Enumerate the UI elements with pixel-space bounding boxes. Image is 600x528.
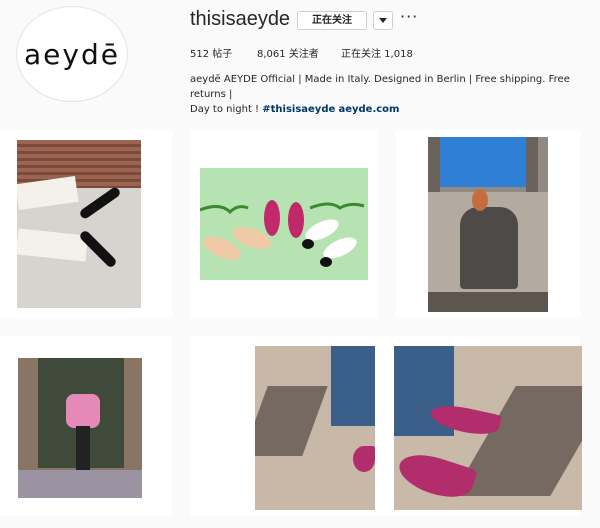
post-image-3[interactable] bbox=[428, 137, 548, 312]
ground bbox=[428, 292, 548, 312]
post-image-2[interactable] bbox=[200, 168, 368, 280]
shoe-flatlay-graphic bbox=[200, 200, 365, 267]
avatar-logo-text: aeydē bbox=[24, 37, 120, 71]
bio-line-2: Day to night ! #thisisaeyde aeyde.com bbox=[190, 102, 590, 117]
sky bbox=[438, 137, 538, 187]
jeans bbox=[331, 346, 375, 426]
pink-top bbox=[66, 394, 100, 428]
pillar bbox=[428, 137, 440, 197]
legs bbox=[76, 426, 90, 470]
profile-username: thisisaeyde bbox=[190, 8, 291, 30]
posts-count: 512 帖子 bbox=[190, 49, 233, 60]
post-image-5[interactable] bbox=[255, 346, 375, 510]
pink-mule bbox=[353, 446, 375, 472]
followers-count[interactable]: 8,061 关注者 bbox=[257, 45, 319, 60]
post-image-6[interactable] bbox=[394, 346, 582, 510]
hashtag-link[interactable]: #thisisaeyde bbox=[262, 104, 335, 115]
woman-head bbox=[472, 189, 488, 211]
following-count[interactable]: 正在关注 1,018 bbox=[341, 45, 413, 60]
pillar bbox=[526, 137, 538, 197]
woman-figure bbox=[460, 207, 518, 289]
post-image-1[interactable] bbox=[17, 140, 141, 308]
following-button[interactable]: 正在关注 bbox=[297, 11, 367, 30]
chevron-down-icon bbox=[379, 17, 387, 23]
shadow bbox=[255, 386, 328, 456]
pink-mule bbox=[394, 447, 478, 505]
profile-avatar[interactable]: aeydē bbox=[16, 6, 128, 102]
website-link[interactable]: aeyde.com bbox=[338, 104, 399, 115]
profile-page: aeydē thisisaeyde 正在关注 ··· 512 帖子 8,061 … bbox=[0, 0, 600, 528]
suggestions-dropdown-button[interactable] bbox=[373, 11, 393, 30]
bio-line-2-text: Day to night ! bbox=[190, 104, 263, 115]
profile-bio: aeydē AEYDE Official | Made in Italy. De… bbox=[190, 72, 590, 117]
pavement bbox=[18, 470, 142, 498]
post-image-4[interactable] bbox=[18, 358, 142, 498]
more-options-icon[interactable]: ··· bbox=[400, 8, 418, 26]
bio-line-1: aeydē AEYDE Official | Made in Italy. De… bbox=[190, 74, 570, 100]
